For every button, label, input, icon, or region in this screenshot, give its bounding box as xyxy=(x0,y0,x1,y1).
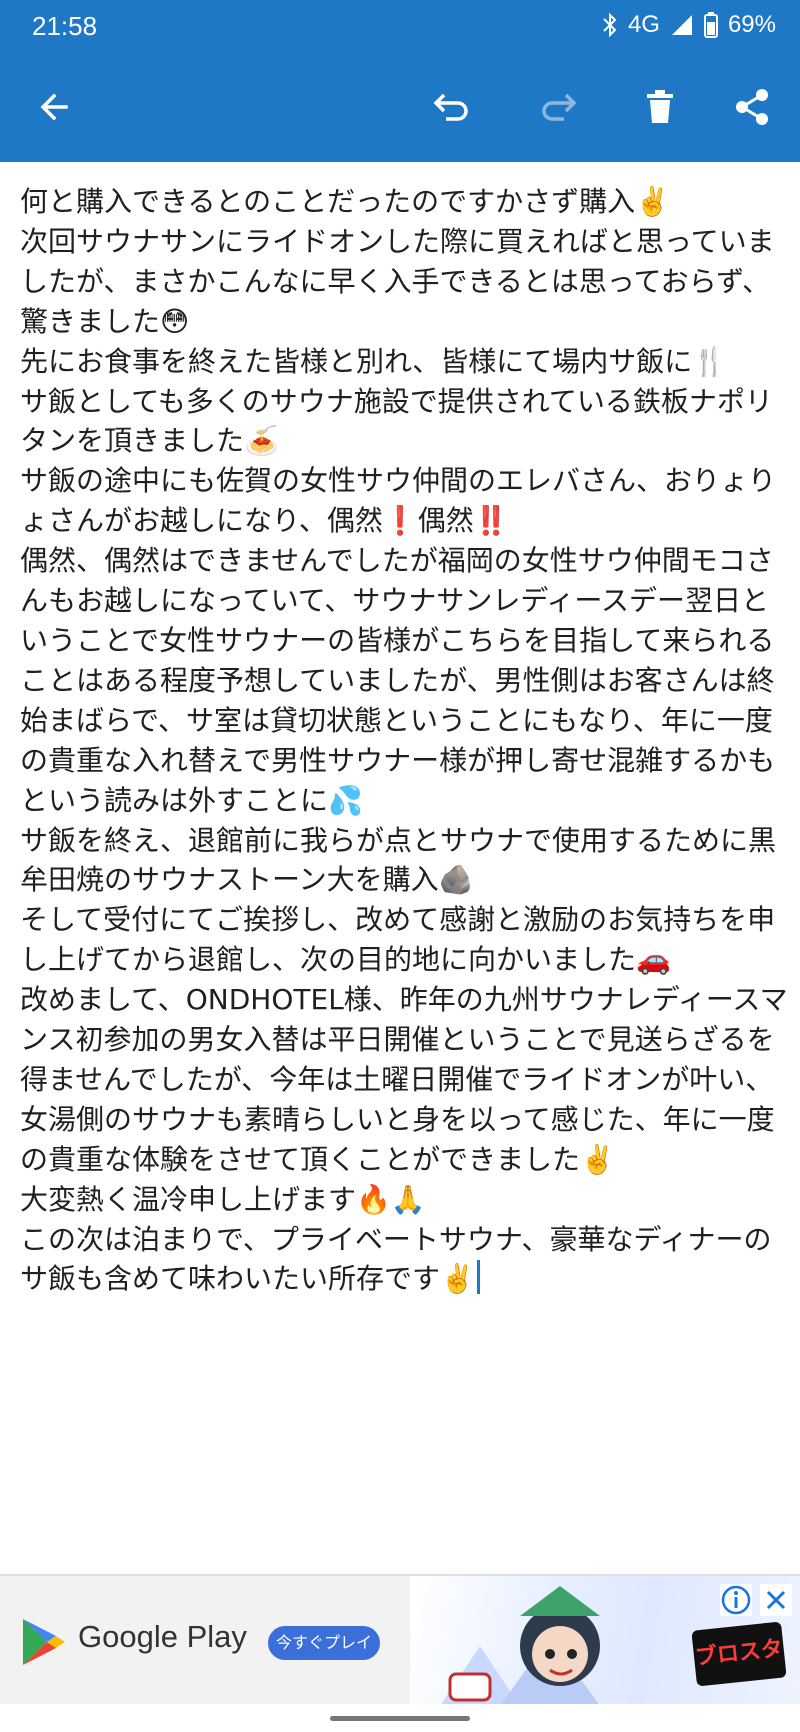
game-logo: ブロスタ xyxy=(691,1621,787,1687)
undo-button[interactable] xyxy=(424,79,480,135)
network-type: 4G xyxy=(627,11,660,38)
play-now-button[interactable]: 今すぐプレイ xyxy=(268,1626,380,1660)
back-arrow-icon xyxy=(36,89,72,125)
undo-icon xyxy=(432,89,472,125)
editor-body-text: 何と購入できるとのことだったのですかさず購入✌️ 次回サウナサンにライドオンした… xyxy=(20,185,788,1296)
redo-button[interactable] xyxy=(530,79,586,135)
ad-close-button[interactable] xyxy=(760,1584,792,1620)
share-icon xyxy=(734,88,770,126)
redo-icon xyxy=(538,89,578,125)
editor-text-area[interactable]: 何と購入できるとのことだったのですかさず購入✌️ 次回サウナサンにライドオンした… xyxy=(20,182,788,1299)
text-caret xyxy=(476,1260,480,1295)
info-icon xyxy=(720,1584,752,1620)
ad-brand-name: Google Play xyxy=(78,1619,247,1654)
system-navigation-bar xyxy=(0,1704,800,1732)
trash-icon xyxy=(645,89,675,125)
home-gesture-handle[interactable] xyxy=(330,1716,470,1721)
bluetooth-icon xyxy=(602,12,618,38)
battery-icon xyxy=(703,12,718,38)
ad-info-button[interactable] xyxy=(720,1584,752,1620)
google-play-logo-icon xyxy=(20,1616,68,1672)
share-button[interactable] xyxy=(724,79,780,135)
close-icon xyxy=(760,1584,792,1620)
status-icons: 4G 69% xyxy=(602,11,776,39)
text-editor[interactable]: 何と購入できるとのことだったのですかさず購入✌️ 次回サウナサンにライドオンした… xyxy=(0,162,800,1574)
signal-icon xyxy=(670,13,694,37)
back-button[interactable] xyxy=(26,79,82,135)
editor-toolbar xyxy=(0,52,800,162)
ad-banner[interactable]: Google Play 今すぐプレイ ブロスタ xyxy=(0,1574,800,1706)
status-time: 21:58 xyxy=(32,11,98,41)
battery-percentage: 69% xyxy=(727,11,776,38)
delete-button[interactable] xyxy=(632,79,688,135)
status-bar: 21:58 4G 69% xyxy=(0,0,800,52)
